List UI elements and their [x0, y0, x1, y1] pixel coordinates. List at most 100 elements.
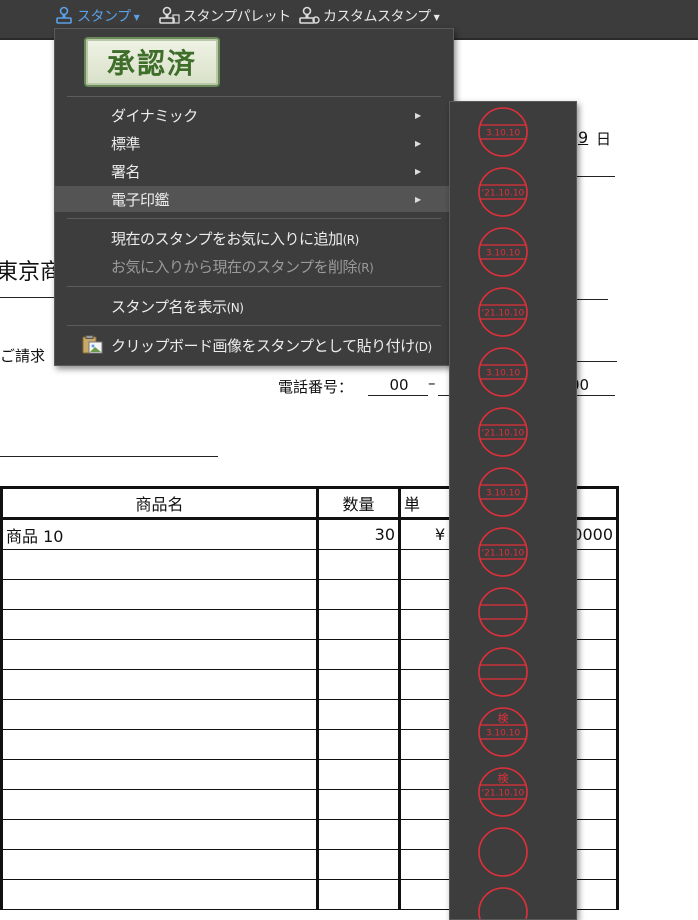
digital-seal-stamp[interactable]	[477, 826, 529, 878]
table-cell[interactable]	[399, 729, 453, 760]
table-cell[interactable]	[399, 759, 453, 790]
digital-seal-stamp[interactable]	[477, 586, 529, 638]
chevron-right-icon: ▶	[415, 110, 421, 120]
menu-item-label: 標準	[111, 134, 141, 153]
menu-item-label: 電子印鑑	[111, 190, 170, 209]
billing-text: ご請求	[0, 347, 46, 365]
stamp-icon	[56, 6, 72, 24]
cell-quantity[interactable]: 30	[316, 518, 401, 550]
digital-seal-stamp[interactable]: '21.10.10	[477, 286, 529, 338]
table-cell[interactable]	[316, 579, 401, 610]
table-cell[interactable]	[316, 819, 401, 850]
seal-date-text: '21.10.10	[482, 549, 525, 559]
table-cell[interactable]	[399, 579, 453, 610]
table-cell[interactable]	[399, 609, 453, 640]
table-cell[interactable]	[0, 819, 318, 850]
table-cell[interactable]	[399, 879, 453, 910]
date-day: 9	[578, 128, 589, 147]
table-cell[interactable]	[0, 609, 318, 640]
digital-seal-stamp[interactable]: 検 '21.10.10	[477, 766, 529, 818]
digital-seal-stamp[interactable]: 3.10.10	[477, 106, 529, 158]
divider	[572, 176, 615, 177]
chevron-right-icon: ▶	[415, 194, 421, 204]
chevron-right-icon: ▶	[415, 138, 421, 148]
table-cell[interactable]	[399, 849, 453, 880]
menu-item-add-favorite[interactable]: 現在のスタンプをお気に入りに追加(R)	[55, 225, 453, 251]
seal-date-text: 3.10.10	[486, 129, 521, 139]
seal-date-text: '21.10.10	[482, 789, 525, 799]
custom-stamp-button[interactable]: カスタムスタンプ ▼	[298, 4, 440, 28]
digital-seal-stamp[interactable]: 3.10.10	[477, 346, 529, 398]
table-cell[interactable]	[0, 579, 318, 610]
header-product-name: 商品名	[0, 486, 318, 520]
digital-seal-stamp[interactable]: '21.10.10	[477, 406, 529, 458]
table-cell[interactable]	[316, 609, 401, 640]
table-cell[interactable]	[316, 789, 401, 820]
stamp-palette-button[interactable]: スタンプパレット	[158, 4, 291, 28]
digital-seal-stamp[interactable]	[477, 646, 529, 698]
accelerator-key: (R)	[342, 232, 360, 247]
table-cell[interactable]	[0, 669, 318, 700]
table-cell[interactable]	[316, 549, 401, 580]
seal-graphic: '21.10.10	[478, 527, 528, 577]
divider	[0, 297, 56, 298]
digital-seal-submenu: 3.10.10 '21.10.10 3.10.10 '21.10.10 3.10.10 '…	[449, 101, 577, 920]
digital-seal-stamp[interactable]: '21.10.10	[477, 526, 529, 578]
seal-date-text: 3.10.10	[486, 369, 521, 379]
digital-seal-stamp[interactable]: 3.10.10	[477, 226, 529, 278]
table-cell[interactable]	[316, 729, 401, 760]
table-cell[interactable]	[399, 639, 453, 670]
table-cell[interactable]	[316, 639, 401, 670]
table-cell[interactable]	[0, 789, 318, 820]
cell-unit-price[interactable]: ¥	[399, 518, 453, 550]
seal-top-text: 検	[498, 711, 509, 725]
seal-graphic: 3.10.10	[478, 227, 528, 277]
menu-item-digital-seal[interactable]: 電子印鑑 ▶	[55, 186, 453, 212]
table-cell[interactable]	[399, 819, 453, 850]
divider	[575, 395, 615, 396]
table-cell[interactable]	[316, 879, 401, 910]
stamp-menu-label: スタンプ	[77, 9, 131, 25]
stamp-palette-label: スタンプパレット	[183, 9, 291, 25]
phone-area-code: 00	[389, 376, 409, 394]
table-cell[interactable]	[0, 639, 318, 670]
digital-seal-stamp[interactable]	[477, 886, 529, 919]
table-cell[interactable]	[0, 729, 318, 760]
seal-date-text: '21.10.10	[482, 189, 525, 199]
seal-graphic: 3.10.10	[478, 107, 528, 157]
seal-graphic	[478, 647, 528, 697]
table-cell[interactable]	[0, 759, 318, 790]
seal-graphic	[478, 827, 528, 877]
seal-top-text: 検	[498, 771, 509, 785]
menu-item-dynamic[interactable]: ダイナミック ▶	[55, 102, 453, 128]
table-cell[interactable]	[316, 759, 401, 790]
menu-item-label-wrap: お気に入りから現在のスタンプを削除(R)	[111, 256, 374, 277]
digital-seal-stamp[interactable]: '21.10.10	[477, 166, 529, 218]
clipboard-image-icon	[81, 335, 103, 359]
digital-seal-stamp[interactable]: 3.10.10	[477, 466, 529, 518]
divider	[575, 361, 617, 362]
digital-seal-stamp[interactable]: 検 3.10.10	[477, 706, 529, 758]
table-cell[interactable]	[0, 549, 318, 580]
table-cell[interactable]	[399, 699, 453, 730]
table-cell[interactable]	[399, 789, 453, 820]
menu-item-standard[interactable]: 標準 ▶	[55, 130, 453, 156]
current-stamp-preview[interactable]: 承認済	[84, 37, 220, 87]
stamp-menu-button[interactable]: スタンプ ▼	[54, 4, 140, 28]
menu-item-show-name[interactable]: スタンプ名を表示(N)	[55, 293, 453, 319]
table-cell[interactable]	[316, 699, 401, 730]
cell-product-name[interactable]: 商品 10	[0, 518, 318, 550]
table-cell[interactable]	[0, 879, 318, 910]
table-cell[interactable]	[316, 669, 401, 700]
table-cell[interactable]	[399, 549, 453, 580]
table-cell[interactable]	[316, 849, 401, 880]
table-cell[interactable]	[0, 849, 318, 880]
menu-item-label: スタンプ名を表示	[111, 297, 227, 316]
caret-down-icon: ▼	[133, 12, 140, 22]
menu-item-paste-clipboard[interactable]: クリップボード画像をスタンプとして貼り付け(D)	[55, 332, 453, 358]
menu-item-signature[interactable]: 署名 ▶	[55, 158, 453, 184]
divider	[0, 456, 218, 457]
date-day-label: 日	[596, 130, 612, 148]
table-cell[interactable]	[0, 699, 318, 730]
table-cell[interactable]	[399, 669, 453, 700]
